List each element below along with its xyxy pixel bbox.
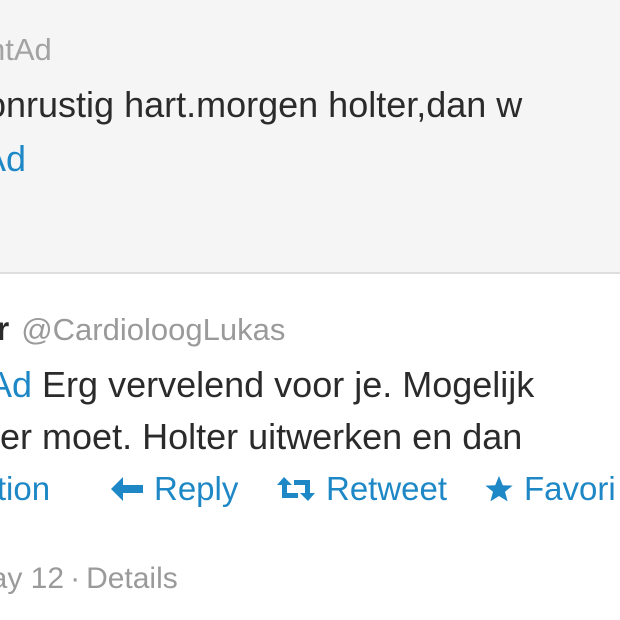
reply-text-1: Erg vervelend voor je. Mogelijk bbox=[32, 364, 535, 405]
tweet-meta: lay 12·Details bbox=[0, 562, 178, 596]
tweet-thread: ntAd onrustig hart.morgen holter,dan w A… bbox=[0, 0, 620, 620]
reply-author-handle[interactable]: @CardioloogLukas bbox=[21, 312, 285, 347]
view-conversation-link[interactable]: sation bbox=[0, 470, 50, 508]
reply-tweet[interactable]: er @CardioloogLukas Ad Erg vervelend voor… bbox=[0, 274, 620, 620]
reply-button[interactable]: Reply bbox=[110, 470, 238, 508]
original-tweet-text: onrustig hart.morgen holter,dan w bbox=[0, 84, 523, 125]
original-tweet-mention-link[interactable]: Ad bbox=[0, 138, 26, 180]
reply-author-name[interactable]: er bbox=[0, 310, 9, 347]
reply-mention-link[interactable]: Ad bbox=[0, 364, 32, 405]
original-tweet[interactable]: ntAd onrustig hart.morgen holter,dan w A… bbox=[0, 0, 620, 274]
retweet-button[interactable]: Retweet bbox=[276, 470, 447, 508]
tweet-date[interactable]: lay 12 bbox=[0, 562, 64, 595]
retweet-icon bbox=[276, 476, 316, 502]
details-link[interactable]: Details bbox=[86, 562, 178, 595]
reply-text-line-2: eer moet. Holter uitwerken en dan bbox=[0, 416, 523, 457]
retweet-label: Retweet bbox=[326, 470, 448, 507]
original-tweet-handle[interactable]: ntAd bbox=[0, 32, 52, 68]
reply-label: Reply bbox=[154, 470, 239, 507]
reply-author-line: er @CardioloogLukas bbox=[0, 310, 285, 348]
favorite-button[interactable]: Favori bbox=[484, 470, 616, 508]
favorite-label: Favori bbox=[524, 470, 616, 507]
reply-text-line-1: Ad Erg vervelend voor je. Mogelijk bbox=[0, 364, 534, 406]
tweet-actions: sation Reply Retweet bbox=[0, 470, 620, 514]
reply-arrow-icon bbox=[110, 476, 144, 502]
meta-separator: · bbox=[70, 562, 81, 595]
star-icon bbox=[484, 475, 514, 503]
conversation-label: sation bbox=[0, 470, 51, 507]
